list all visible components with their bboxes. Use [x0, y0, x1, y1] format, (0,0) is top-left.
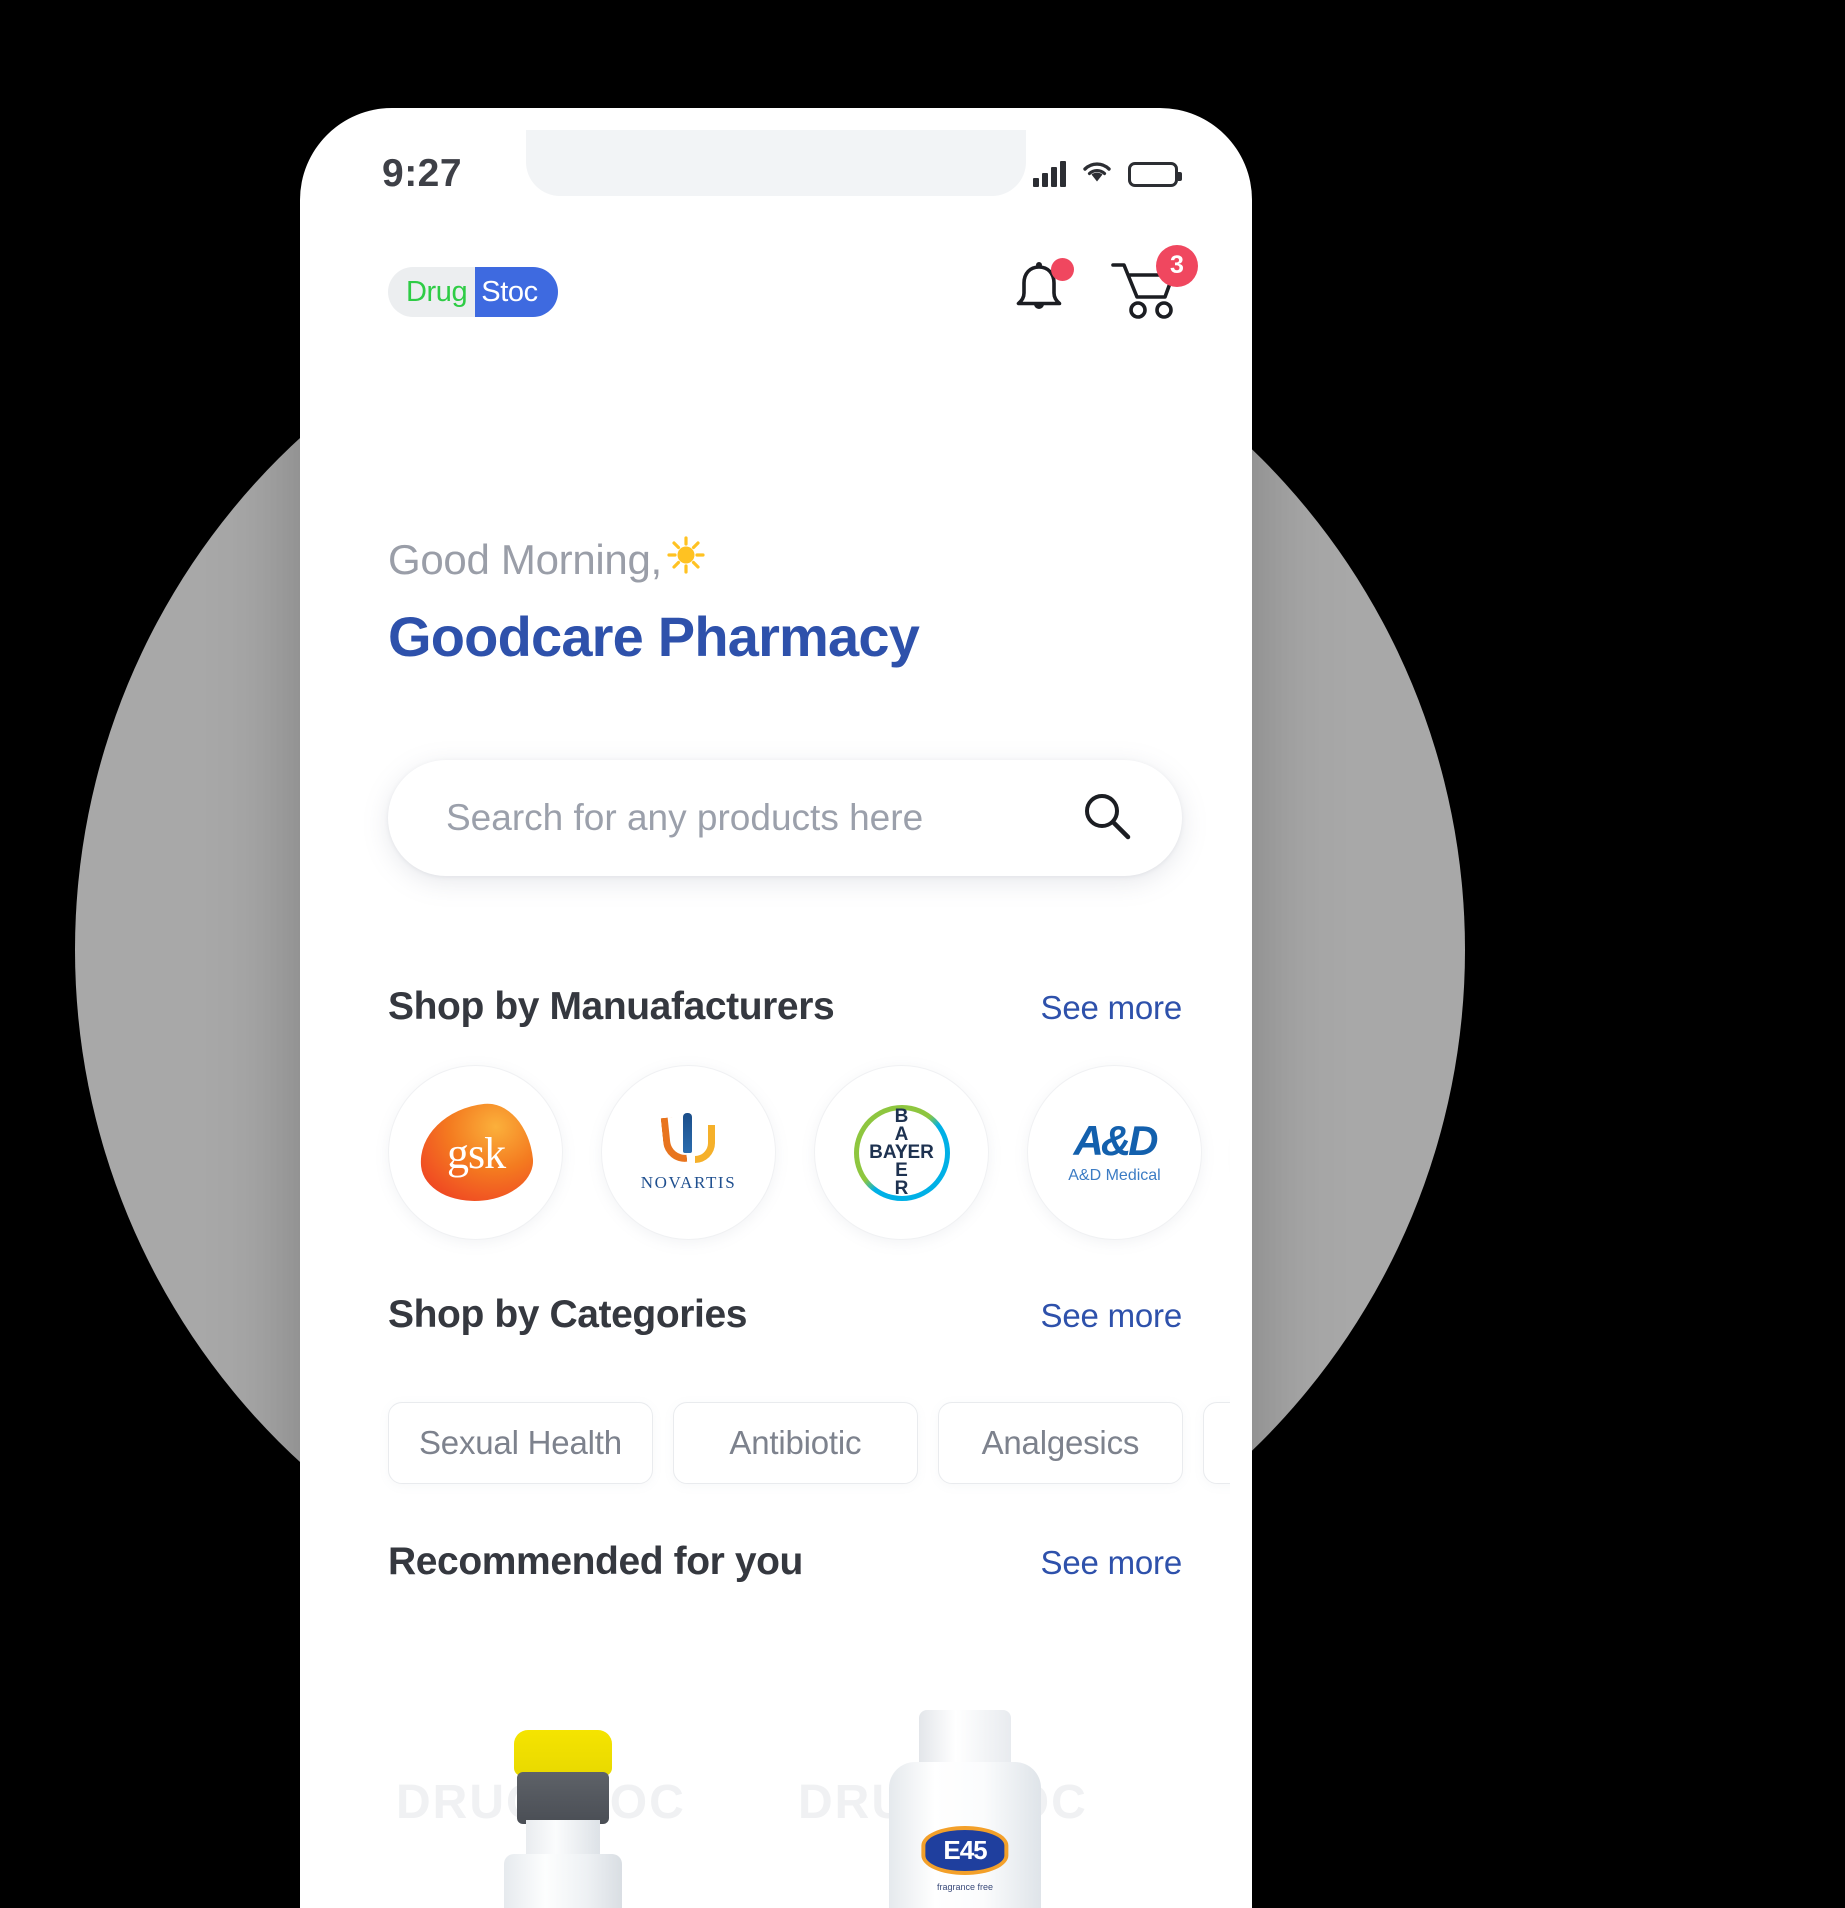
status-icons [1033, 159, 1182, 190]
gsk-logo-icon: gsk [414, 1098, 537, 1207]
recommended-title: Recommended for you [388, 1540, 803, 1583]
category-chip-sexual-health[interactable]: Sexual Health [388, 1402, 653, 1484]
search-bar[interactable] [388, 760, 1182, 876]
bayer-logo-label: BAYER [869, 1141, 934, 1163]
manufacturers-title: Shop by Manuafacturers [388, 985, 835, 1028]
novartis-logo-icon: NOVARTIS [640, 1112, 737, 1193]
manufacturers-list[interactable]: gsk NOVARTIS BAYER BAYER A&D A&D Medical [388, 1065, 1230, 1240]
cart-count-badge: 3 [1156, 244, 1198, 287]
product-card-e45[interactable]: DRUGSTOC E45 fragrance free Emollient Ba… [790, 1650, 1140, 1908]
wifi-icon [1080, 159, 1114, 190]
cellular-signal-icon [1033, 161, 1066, 187]
manufacturer-item-and-medical[interactable]: A&D A&D Medical [1027, 1065, 1202, 1240]
e45-brand-badge: E45 [921, 1826, 1009, 1875]
vial-product-image: siklav 600 mg Powder for Solution [488, 1730, 638, 1908]
bayer-logo-icon: BAYER BAYER [853, 1104, 950, 1201]
category-chip-antiviral[interactable]: Antiviral [1202, 1402, 1230, 1484]
phone-screen: 9:27 Drug Stoc 3 Good Morning, Goodcare … [322, 130, 1230, 1908]
categories-see-more[interactable]: See more [1041, 1297, 1183, 1335]
and-medical-logo-icon: A&D A&D Medical [1068, 1120, 1160, 1185]
recommended-section-header: Recommended for you See more [388, 1540, 1182, 1584]
manufacturers-see-more[interactable]: See more [1041, 989, 1183, 1027]
drugstoc-logo[interactable]: Drug Stoc [388, 267, 558, 317]
notification-button[interactable] [1010, 257, 1074, 325]
search-icon[interactable] [1080, 789, 1134, 848]
app-header: Drug Stoc 3 [322, 244, 1230, 332]
status-time: 9:27 [382, 152, 463, 195]
logo-text-stoc: Stoc [475, 267, 558, 317]
header-actions: 3 [1010, 244, 1198, 326]
notification-alert-dot [1051, 257, 1074, 281]
status-bar: 9:27 [322, 130, 1230, 218]
categories-list[interactable]: Sexual Health Antibiotic Analgesics Anti… [388, 1402, 1230, 1484]
manufacturer-item-bayer[interactable]: BAYER BAYER [814, 1065, 989, 1240]
recommended-see-more[interactable]: See more [1041, 1544, 1183, 1582]
and-logo-sublabel: A&D Medical [1068, 1167, 1161, 1184]
bottle-product-image: E45 fragrance free Emollient Bath Oil [879, 1710, 1051, 1908]
cart-button[interactable]: 3 [1110, 244, 1198, 326]
category-chip-antibiotic[interactable]: Antibiotic [672, 1402, 918, 1484]
novartis-logo-label: NOVARTIS [640, 1172, 737, 1192]
categories-section-header: Shop by Categories See more [388, 1293, 1182, 1337]
and-logo-label: A&D [1073, 1117, 1158, 1164]
greeting-text: Good Morning, [388, 535, 662, 583]
manufacturer-item-novartis[interactable]: NOVARTIS [601, 1065, 776, 1240]
recommended-list[interactable]: DRUGSTOC siklav 600 mg Powder for Soluti… [388, 1650, 1230, 1908]
greeting-block: Good Morning, Goodcare Pharmacy [388, 535, 1182, 669]
manufacturer-item-gsk[interactable]: gsk [388, 1065, 563, 1240]
product-card-siklav[interactable]: DRUGSTOC siklav 600 mg Powder for Soluti… [388, 1650, 738, 1908]
greeting-row: Good Morning, [388, 535, 1182, 584]
logo-text-drug: Drug [388, 267, 476, 317]
battery-icon [1128, 161, 1182, 187]
sun-icon [666, 535, 706, 584]
manufacturers-section-header: Shop by Manuafacturers See more [388, 985, 1182, 1029]
e45-brand-sub: fragrance free [936, 1882, 994, 1892]
search-input[interactable] [446, 797, 1080, 839]
page-title: Goodcare Pharmacy [388, 605, 920, 668]
category-chip-analgesics[interactable]: Analgesics [937, 1402, 1183, 1484]
gsk-logo-label: gsk [446, 1128, 505, 1177]
categories-title: Shop by Categories [388, 1293, 748, 1336]
phone-mockup: 9:27 Drug Stoc 3 Good Morning, Goodcare … [300, 108, 1252, 1908]
